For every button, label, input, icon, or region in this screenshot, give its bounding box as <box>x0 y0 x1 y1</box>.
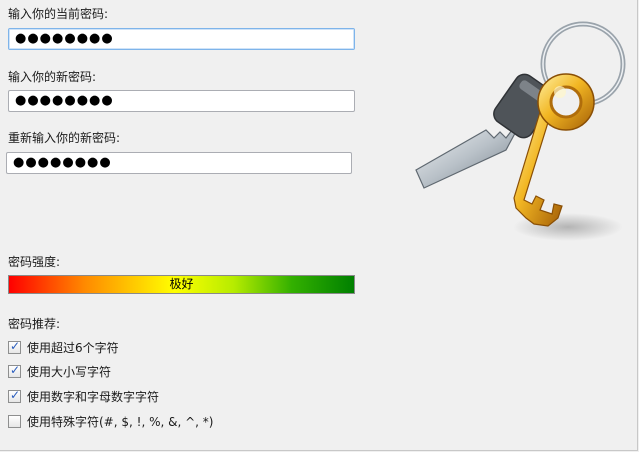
confirm-password-label: 重新输入你的新密码: <box>8 131 121 145</box>
check-icon: ✓ <box>10 338 21 353</box>
recommendation-label: 使用超过6个字符 <box>27 340 119 355</box>
new-password-label: 输入你的新密码: <box>8 70 97 84</box>
checkbox[interactable]: ✓ <box>8 362 21 378</box>
checkbox[interactable]: ✓ <box>8 338 21 354</box>
confirm-password-field[interactable]: ●●●●●●●● <box>6 152 352 174</box>
recommendation-label: 使用大小写字符 <box>27 364 112 379</box>
current-password-label: 输入你的当前密码: <box>8 7 109 21</box>
strength-meter: 极好 <box>8 275 355 294</box>
check-icon: ✓ <box>10 362 21 377</box>
keys-icon <box>415 21 626 241</box>
recommendation-item[interactable]: 使用特殊字符(#, $, !, %, &, ^, *) <box>8 413 213 429</box>
recommendation-label: 使用特殊字符(#, $, !, %, &, ^, *) <box>27 414 214 429</box>
checkbox[interactable]: ✓ <box>8 387 21 403</box>
current-password-field[interactable]: ●●●●●●●● <box>8 28 355 50</box>
strength-value: 极好 <box>169 277 194 291</box>
recommendation-item[interactable]: ✓ 使用大小写字符 <box>8 363 111 379</box>
recommendation-item[interactable]: ✓ 使用超过6个字符 <box>8 339 119 355</box>
recommendations-title: 密码推荐: <box>8 317 61 331</box>
new-password-field[interactable]: ●●●●●●●● <box>8 90 355 112</box>
recommendation-label: 使用数字和字母数字字符 <box>27 389 160 404</box>
checkbox[interactable] <box>8 414 21 428</box>
strength-label: 密码强度: <box>8 255 61 269</box>
recommendation-item[interactable]: ✓ 使用数字和字母数字字符 <box>8 388 159 404</box>
check-icon: ✓ <box>10 387 21 402</box>
